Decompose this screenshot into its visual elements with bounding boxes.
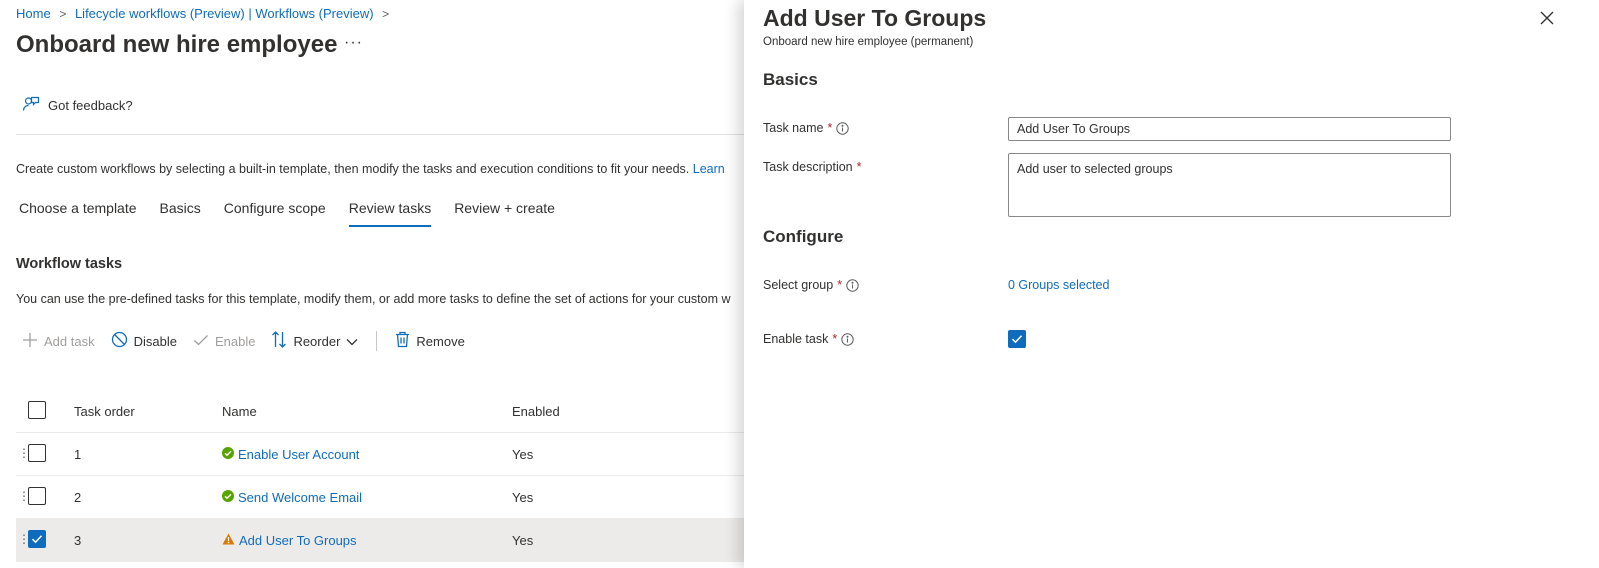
- remove-label: Remove: [416, 333, 465, 349]
- breadcrumb-lifecycle-workflows[interactable]: Lifecycle workflows (Preview) | Workflow…: [75, 6, 374, 21]
- checkmark-icon: [193, 332, 209, 351]
- select-group-label: Select group *: [763, 278, 859, 292]
- close-icon: [1540, 11, 1554, 28]
- panel-subtitle: Onboard new hire employee (permanent): [763, 36, 974, 48]
- reorder-icon: [271, 331, 287, 351]
- feedback-label: Got feedback?: [48, 98, 133, 113]
- column-task-order[interactable]: Task order: [74, 390, 135, 432]
- breadcrumb-home[interactable]: Home: [16, 6, 51, 21]
- workflow-tasks-heading: Workflow tasks: [16, 256, 123, 272]
- task-description-label: Task description *: [763, 160, 862, 174]
- task-toolbar: Add task Disable Enable Reorder Remove: [22, 331, 481, 351]
- task-order-cell: 1: [74, 446, 82, 462]
- tasks-table: Task order Name Enabled ⋮ 1 Enable User …: [16, 390, 760, 562]
- warning-icon: [222, 533, 235, 548]
- trash-icon: [395, 331, 410, 351]
- table-header: Task order Name Enabled: [16, 390, 760, 433]
- workflow-page: Home > Lifecycle workflows (Preview) | W…: [0, 0, 760, 568]
- info-icon[interactable]: [841, 332, 854, 346]
- task-name-cell: Enable User Account: [222, 433, 359, 475]
- task-order-cell: 3: [74, 532, 82, 548]
- tab-choose-template[interactable]: Choose a template: [19, 200, 137, 227]
- tab-configure-scope[interactable]: Configure scope: [224, 200, 326, 227]
- required-mark: *: [827, 121, 833, 135]
- task-enabled-cell: Yes: [512, 489, 534, 505]
- row-checkbox[interactable]: [28, 487, 46, 505]
- task-name-input[interactable]: [1008, 117, 1451, 141]
- enable-button[interactable]: Enable: [193, 332, 255, 351]
- info-icon[interactable]: [836, 121, 850, 135]
- info-icon[interactable]: [846, 278, 859, 292]
- learn-more-link[interactable]: Learn: [693, 162, 725, 176]
- add-task-label: Add task: [44, 333, 95, 349]
- required-mark: *: [832, 332, 838, 346]
- task-name-link[interactable]: Send Welcome Email: [238, 490, 362, 505]
- tab-review-tasks[interactable]: Review tasks: [348, 200, 432, 227]
- enable-task-label: Enable task *: [763, 332, 854, 346]
- page-title: Onboard new hire employee: [16, 31, 338, 58]
- disable-label: Disable: [133, 333, 177, 349]
- chevron-right-icon: >: [382, 7, 390, 21]
- row-checkbox[interactable]: [28, 530, 46, 548]
- enable-task-label-text: Enable task: [763, 332, 829, 346]
- close-button[interactable]: [1536, 8, 1558, 30]
- page-description: Create custom workflows by selecting a b…: [16, 162, 725, 176]
- success-check-icon: [222, 446, 234, 462]
- row-checkbox[interactable]: [28, 444, 46, 462]
- chevron-right-icon: >: [59, 7, 67, 21]
- workflow-tasks-description: You can use the pre-defined tasks for th…: [16, 292, 731, 306]
- groups-selected-link[interactable]: 0 Groups selected: [1008, 278, 1109, 292]
- block-icon: [111, 331, 128, 351]
- task-name-link[interactable]: Add User To Groups: [239, 533, 357, 548]
- toolbar-divider: [376, 331, 378, 351]
- remove-button[interactable]: Remove: [395, 331, 465, 351]
- column-enabled[interactable]: Enabled: [512, 390, 560, 432]
- required-mark: *: [837, 278, 843, 292]
- feedback-button[interactable]: Got feedback?: [22, 95, 133, 116]
- task-name-cell: Send Welcome Email: [222, 476, 362, 518]
- panel-title: Add User To Groups: [763, 5, 987, 31]
- enable-task-checkbox[interactable]: [1008, 330, 1026, 348]
- tab-review-create[interactable]: Review + create: [454, 200, 555, 227]
- task-description-label-text: Task description: [763, 160, 853, 174]
- table-row[interactable]: ⋮ 1 Enable User Account Yes: [16, 433, 760, 476]
- divider: [16, 134, 760, 135]
- breadcrumb: Home > Lifecycle workflows (Preview) | W…: [16, 6, 394, 21]
- chevron-down-icon: [346, 334, 358, 349]
- feedback-icon: [22, 95, 40, 116]
- reorder-label: Reorder: [293, 333, 341, 349]
- task-enabled-cell: Yes: [512, 446, 534, 462]
- task-enabled-cell: Yes: [512, 532, 534, 548]
- add-task-button[interactable]: Add task: [22, 332, 95, 351]
- plus-icon: [22, 332, 38, 351]
- more-options-button[interactable]: ···: [344, 34, 363, 52]
- success-check-icon: [222, 489, 234, 505]
- task-name-label-text: Task name: [763, 121, 824, 135]
- tab-basics[interactable]: Basics: [160, 200, 201, 227]
- table-row[interactable]: ⋮ 2 Send Welcome Email Yes: [16, 476, 760, 519]
- column-name[interactable]: Name: [222, 390, 257, 432]
- configure-heading: Configure: [763, 227, 844, 246]
- enable-label: Enable: [214, 333, 256, 349]
- reorder-button[interactable]: Reorder: [271, 331, 358, 351]
- wizard-tabs: Choose a template Basics Configure scope…: [19, 200, 578, 227]
- task-order-cell: 2: [74, 489, 82, 505]
- basics-heading: Basics: [763, 70, 818, 89]
- description-text: Create custom workflows by selecting a b…: [16, 162, 690, 176]
- table-row[interactable]: ⋮ 3 Add User To Groups Yes: [16, 519, 760, 562]
- select-all-checkbox[interactable]: [28, 401, 46, 419]
- task-name-link[interactable]: Enable User Account: [238, 447, 359, 462]
- task-details-panel: Add User To Groups Onboard new hire empl…: [744, 0, 1599, 568]
- disable-button[interactable]: Disable: [111, 331, 177, 351]
- task-name-cell: Add User To Groups: [222, 519, 357, 561]
- select-group-label-text: Select group: [763, 278, 834, 292]
- required-mark: *: [856, 160, 862, 174]
- task-description-input[interactable]: Add user to selected groups: [1008, 153, 1451, 217]
- task-name-label: Task name *: [763, 121, 850, 135]
